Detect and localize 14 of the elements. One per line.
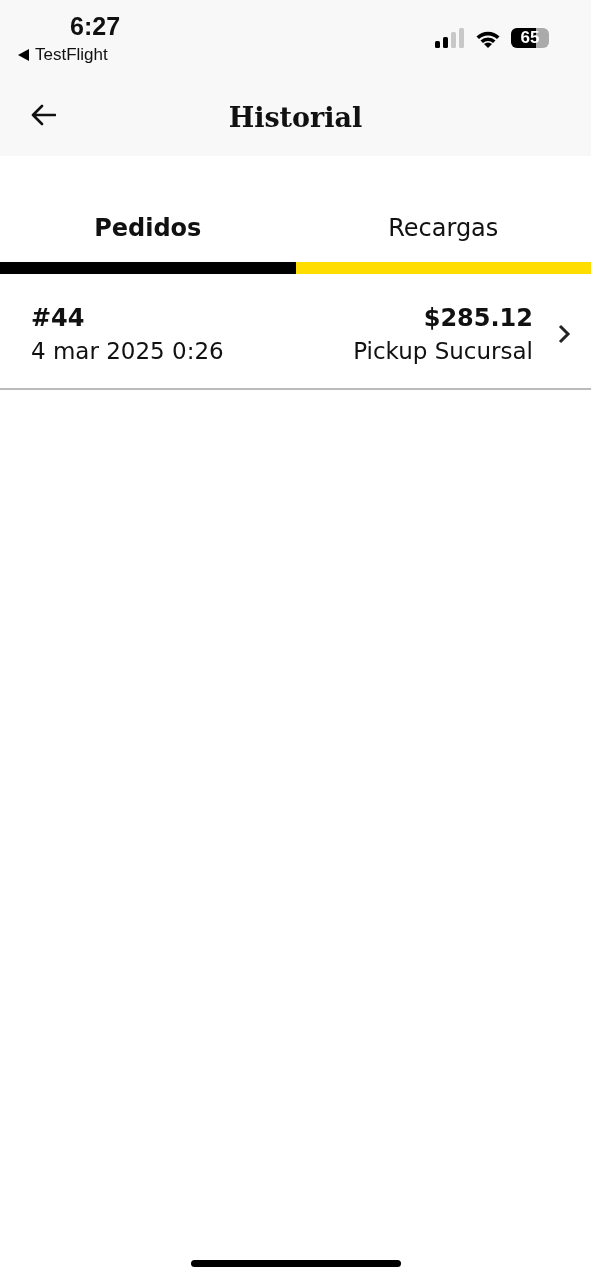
back-triangle-icon[interactable] — [18, 49, 29, 61]
order-number: #44 — [31, 304, 86, 332]
order-row[interactable]: #44 4 mar 2025 0:26 $285.12 Pickup Sucursal — [0, 274, 591, 390]
back-to-app-link[interactable]: TestFlight — [35, 45, 108, 65]
order-date: 4 mar 2025 0:26 — [31, 338, 225, 364]
order-total: $285.12 — [423, 304, 533, 332]
status-time: 6:27 — [70, 12, 121, 41]
tab[interactable]: Pedidos — [0, 200, 296, 274]
page-title: Historial — [228, 101, 363, 133]
tab[interactable]: Recargas — [295, 200, 591, 274]
chevron-right-icon — [557, 323, 571, 345]
delivery-method: Pickup Sucursal — [353, 338, 533, 364]
back-arrow-icon[interactable] — [30, 104, 56, 126]
signal-icon — [435, 28, 465, 48]
